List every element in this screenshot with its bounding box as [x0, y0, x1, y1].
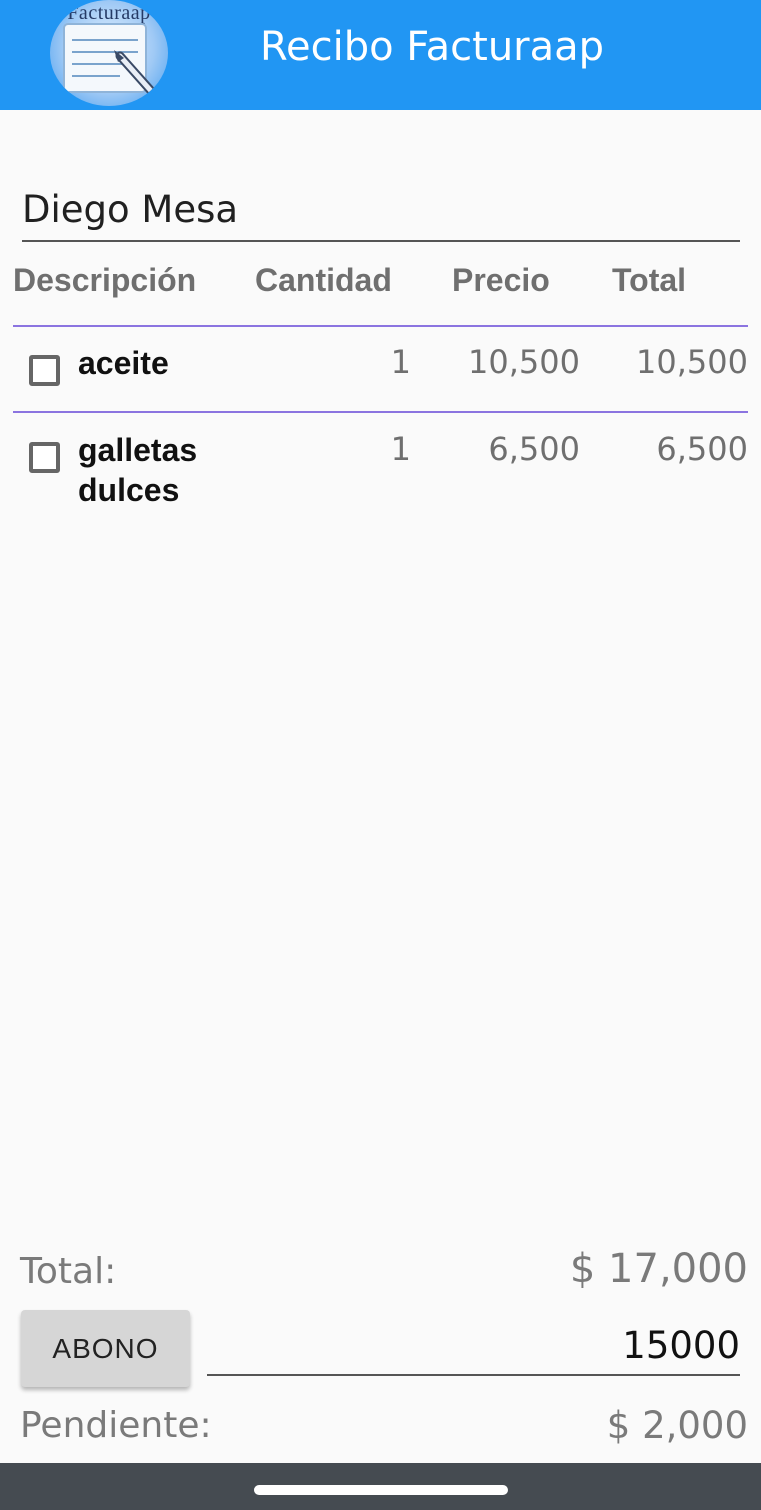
client-name-field[interactable]: Diego Mesa: [22, 188, 740, 242]
item-quantity: 1: [390, 343, 411, 381]
item-price: 6,500: [488, 430, 580, 468]
total-value: $ 17,000: [569, 1246, 748, 1292]
header-description: Descripción: [13, 262, 197, 298]
row-checkbox[interactable]: [29, 355, 60, 386]
item-total: 10,500: [636, 343, 748, 381]
app-bar: Facturaap Recibo Facturaap: [0, 0, 761, 110]
header-quantity: Cantidad: [255, 262, 392, 298]
pending-label: Pendiente:: [20, 1405, 212, 1446]
table-divider: [13, 325, 748, 327]
page-title: Recibo Facturaap: [260, 24, 605, 70]
header-price: Precio: [452, 262, 550, 298]
item-description: galletas dulces: [78, 432, 198, 508]
total-label: Total:: [20, 1251, 117, 1292]
facturaap-logo: Facturaap: [50, 0, 168, 106]
item-description: aceite: [78, 345, 169, 381]
notepad-pencil-icon: [63, 23, 157, 97]
row-checkbox[interactable]: [29, 442, 60, 473]
item-total: 6,500: [656, 430, 748, 468]
pending-value: $ 2,000: [606, 1404, 748, 1447]
abono-input[interactable]: 15000: [207, 1318, 740, 1376]
item-quantity: 1: [390, 430, 411, 468]
abono-button[interactable]: ABONO: [21, 1310, 190, 1387]
system-nav-bar: [0, 1463, 761, 1510]
home-gesture-handle[interactable]: [254, 1485, 508, 1495]
header-total: Total: [612, 262, 687, 298]
item-price: 10,500: [468, 343, 580, 381]
table-divider: [13, 411, 748, 413]
